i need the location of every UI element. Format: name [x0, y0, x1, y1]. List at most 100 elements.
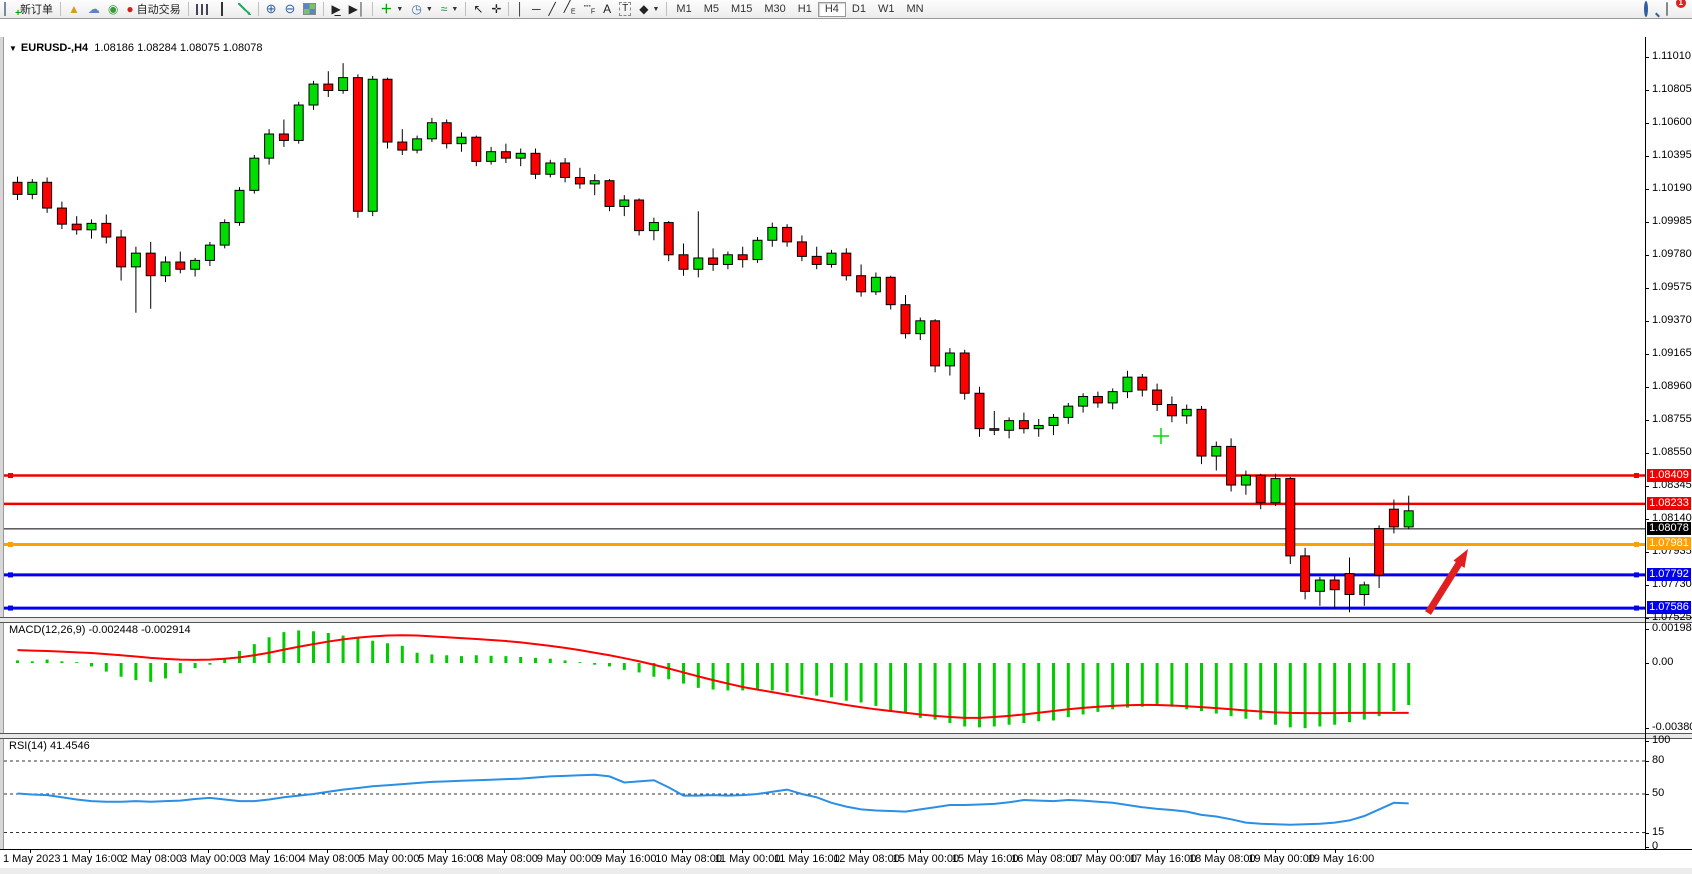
time-label: 4 May 08:00	[300, 853, 361, 865]
clock-icon: ◷	[411, 3, 421, 15]
chart-symbol-period: EURUSD-,H4	[21, 42, 88, 54]
auto-scroll-button[interactable]: ▶̲	[327, 1, 344, 17]
time-label: 19 May 00:00	[1248, 853, 1315, 865]
search-icon	[1644, 1, 1648, 17]
main-toolbar: 新订单 ▲ ☁ ◉ ● 自动交易 ⊕ ⊖ ▶̲ ▶│ ＋▼ ◷▼ ≈▼ ↖ ✛ …	[0, 0, 1692, 19]
auto-scroll-icon: ▶̲	[331, 3, 340, 15]
separator	[60, 2, 61, 16]
timeframe-m1[interactable]: M1	[670, 2, 697, 17]
timeframe-w1[interactable]: W1	[872, 2, 901, 17]
line-chart-button[interactable]	[234, 1, 255, 17]
text-label-icon: T	[619, 2, 631, 16]
rsi-label: RSI(14) 41.4546	[9, 740, 90, 752]
fibonacci-button[interactable]: ┄F	[580, 1, 600, 17]
separator	[465, 2, 466, 16]
zoom-in-icon: ⊕	[266, 1, 277, 17]
timeframe-m5[interactable]: M5	[698, 2, 725, 17]
macd-label: MACD(12,26,9) -0.002448 -0.002914	[9, 624, 191, 636]
time-label: 17 May 16:00	[1130, 853, 1197, 865]
signals-button[interactable]: ◉	[104, 1, 122, 17]
separator	[372, 2, 373, 16]
auto-trading-button[interactable]: ● 自动交易	[122, 1, 184, 17]
pane-splitter-macd[interactable]	[0, 617, 1692, 623]
time-label: 17 May 00:00	[1070, 853, 1137, 865]
vertical-line-button[interactable]: │	[512, 1, 528, 17]
signal-icon: ◉	[108, 3, 118, 15]
time-label: 11 May 16:00	[774, 853, 840, 865]
zoom-in-button[interactable]: ⊕	[262, 1, 281, 17]
cone-icon: ▲	[68, 3, 80, 15]
timeframe-m30[interactable]: M30	[758, 2, 791, 17]
price-badge-1.08233: 1.08233	[1647, 497, 1691, 510]
chat-icon	[1666, 2, 1668, 16]
channel-icon: ╱E	[564, 0, 576, 18]
candlestick-chart-button[interactable]	[213, 1, 234, 17]
price-badge-1.07586: 1.07586	[1647, 601, 1691, 614]
new-order-button[interactable]: 新订单	[0, 1, 57, 17]
bottom-strip	[0, 867, 1692, 874]
publisher-button[interactable]: ▲	[64, 1, 84, 17]
time-label: 3 May 00:00	[181, 853, 242, 865]
time-label: 18 May 08:00	[1189, 853, 1256, 865]
bar-chart-button[interactable]	[192, 1, 213, 17]
fibonacci-icon: ┄F	[584, 0, 596, 18]
search-button[interactable]	[1640, 1, 1662, 17]
text-label-button[interactable]: T	[615, 1, 635, 17]
line-chart-icon	[238, 3, 251, 15]
zoom-out-button[interactable]: ⊖	[281, 1, 300, 17]
indicators-button[interactable]: ≈▼	[437, 1, 463, 17]
chart-shift-icon: ▶│	[349, 3, 366, 15]
timeframe-mn[interactable]: MN	[900, 2, 929, 17]
timeframe-h4[interactable]: H4	[818, 2, 846, 17]
separator	[188, 2, 189, 16]
timeframe-h1[interactable]: H1	[792, 2, 818, 17]
time-label: 5 May 00:00	[359, 853, 420, 865]
time-label: 10 May 08:00	[655, 853, 722, 865]
time-label: 19 May 16:00	[1308, 853, 1375, 865]
notifications-button[interactable]: 1	[1662, 1, 1684, 17]
time-label: 15 May 16:00	[952, 853, 1019, 865]
tile-windows-icon	[303, 3, 316, 15]
indicators-icon: ≈	[441, 3, 448, 15]
horizontal-line-icon: ─	[532, 3, 541, 15]
separator	[508, 2, 509, 16]
candlestick-chart	[4, 37, 1645, 617]
crosshair-button[interactable]: ✛	[487, 1, 505, 17]
notification-badge: 1	[1676, 0, 1686, 8]
price-axis[interactable]: 1.110101.108051.106001.103951.101901.099…	[1645, 19, 1692, 873]
arrow-annotation[interactable]	[1428, 562, 1460, 613]
time-label: 1 May 16:00	[62, 853, 123, 865]
new-chart-icon: ＋	[380, 3, 392, 15]
crosshair-icon: ✛	[491, 3, 501, 15]
timeframe-d1[interactable]: D1	[846, 2, 872, 17]
chart-title: ▼EURUSD-,H4 1.08186 1.08284 1.08075 1.08…	[9, 42, 263, 54]
time-label: 2 May 08:00	[122, 853, 183, 865]
arrows-icon: ◆	[639, 3, 648, 15]
time-axis[interactable]: 1 May 20231 May 16:002 May 08:003 May 00…	[0, 849, 1692, 868]
community-button[interactable]: ☁	[84, 1, 104, 17]
periods-button[interactable]: ◷▼	[407, 1, 436, 17]
separator	[323, 2, 324, 16]
price-badge-1.08409: 1.08409	[1647, 469, 1691, 482]
price-badge-1.08078: 1.08078	[1647, 522, 1691, 535]
vertical-line-icon: │	[516, 3, 524, 15]
separator	[666, 2, 667, 16]
time-label: 5 May 16:00	[418, 853, 479, 865]
collapse-icon[interactable]: ▼	[9, 44, 17, 53]
horizontal-line-button[interactable]: ─	[528, 1, 545, 17]
trendline-button[interactable]: ╱	[544, 1, 559, 17]
channel-button[interactable]: ╱E	[560, 1, 580, 17]
candlestick-icon	[221, 2, 223, 16]
text-button[interactable]: A	[599, 1, 615, 17]
trendline-icon: ╱	[548, 3, 555, 15]
time-label: 16 May 08:00	[1011, 853, 1078, 865]
tile-windows-button[interactable]	[299, 1, 320, 17]
arrows-button[interactable]: ◆▼	[635, 1, 663, 17]
cursor-button[interactable]: ↖	[469, 1, 487, 17]
pane-splitter-rsi[interactable]	[0, 733, 1692, 739]
new-chart-button[interactable]: ＋▼	[376, 1, 407, 17]
chart-shift-button[interactable]: ▶│	[345, 1, 370, 17]
text-icon: A	[603, 3, 611, 15]
timeframe-m15[interactable]: M15	[725, 2, 758, 17]
time-label: 1 May 2023	[3, 853, 60, 865]
